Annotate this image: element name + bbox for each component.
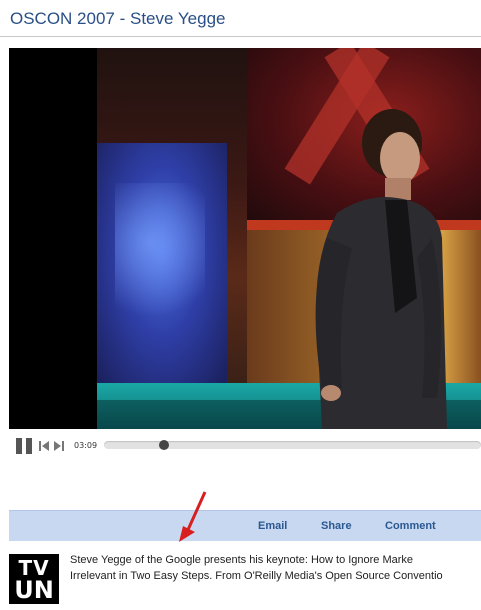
seek-handle[interactable] <box>159 440 169 450</box>
comment-link[interactable]: Comment <box>385 520 436 532</box>
stage-screen <box>97 143 227 383</box>
speaker-figure <box>315 109 447 429</box>
pause-icon[interactable] <box>15 438 33 454</box>
video-player[interactable] <box>9 48 481 429</box>
description-line: Irrelevant in Two Easy Steps. From O'Rei… <box>70 570 443 582</box>
red-arrow-icon <box>179 491 207 542</box>
skip-forward-icon[interactable] <box>54 441 64 451</box>
video-frame <box>97 48 481 429</box>
share-link[interactable]: Share <box>321 520 352 532</box>
email-link[interactable]: Email <box>258 520 287 532</box>
title-divider <box>0 36 481 37</box>
description-line: Steve Yegge of the Google presents his k… <box>70 554 414 566</box>
time-readout: 03:09 <box>74 441 98 450</box>
skip-back-icon[interactable] <box>39 441 49 451</box>
channel-logo[interactable]: TV UN <box>9 554 59 604</box>
player-controls: 03:09 <box>9 430 481 460</box>
page-title: OSCON 2007 - Steve Yegge <box>10 9 226 28</box>
seek-bar[interactable] <box>104 440 481 450</box>
logo-text-bottom: UN <box>14 576 54 604</box>
video-description: Steve Yegge of the Google presents his k… <box>70 552 481 584</box>
action-bar: Email Share Comment <box>9 510 481 541</box>
